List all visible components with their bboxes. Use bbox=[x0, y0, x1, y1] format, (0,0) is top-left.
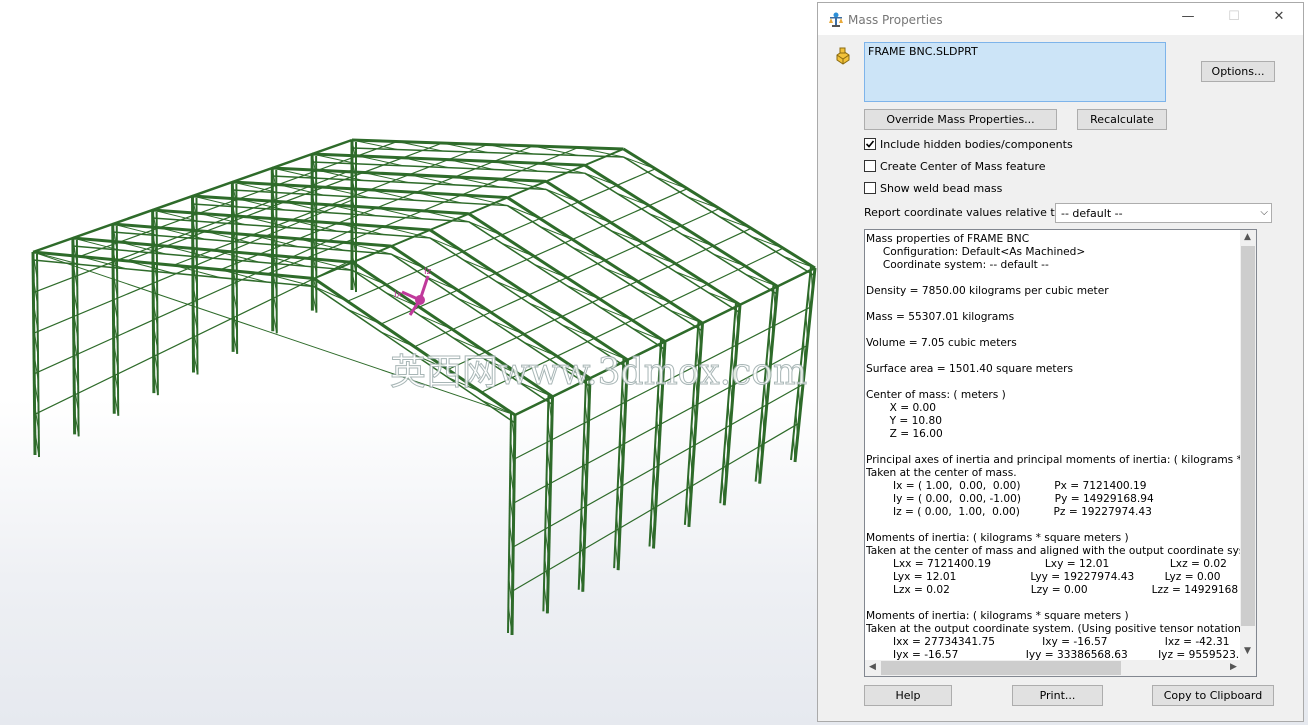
results-line[interactable]: Density = 7850.00 kilograms per cubic me… bbox=[866, 285, 1241, 298]
include-hidden-label[interactable]: Include hidden bodies/components bbox=[880, 138, 1073, 151]
results-line[interactable]: Z = 16.00 bbox=[866, 428, 1241, 441]
results-text[interactable]: Mass properties of FRAME BNC Configurati… bbox=[866, 233, 1241, 660]
results-line[interactable]: Principal axes of inertia and principal … bbox=[866, 454, 1241, 467]
results-line[interactable]: Mass properties of FRAME BNC bbox=[866, 233, 1241, 246]
results-line[interactable]: Iyx = -16.57 Iyy = 33386568.63 Iyz = 955… bbox=[866, 649, 1241, 660]
results-line[interactable] bbox=[866, 298, 1241, 311]
results-line[interactable] bbox=[866, 597, 1241, 610]
results-line[interactable] bbox=[866, 441, 1241, 454]
coordinate-system-select[interactable]: -- default -- ⌵ bbox=[1055, 203, 1272, 223]
minimize-button[interactable]: — bbox=[1173, 9, 1203, 29]
selected-items-list[interactable]: FRAME BNC.SLDPRT bbox=[864, 42, 1166, 102]
copy-to-clipboard-button[interactable]: Copy to Clipboard bbox=[1152, 685, 1274, 706]
results-line[interactable]: Surface area = 1501.40 square meters bbox=[866, 363, 1241, 376]
results-line[interactable]: Coordinate system: -- default -- bbox=[866, 259, 1241, 272]
help-button[interactable]: Help bbox=[864, 685, 952, 706]
create-com-checkbox[interactable] bbox=[864, 160, 876, 172]
vertical-scrollbar[interactable]: ▲ ▼ bbox=[1240, 230, 1256, 660]
results-line[interactable]: Iz = ( 0.00, 1.00, 0.00) Pz = 19227974.4… bbox=[866, 506, 1241, 519]
results-line[interactable]: Iy = ( 0.00, 0.00, -1.00) Py = 14929168.… bbox=[866, 493, 1241, 506]
part-icon bbox=[836, 47, 850, 65]
options-button[interactable]: Options... bbox=[1201, 61, 1275, 82]
override-mass-properties-button[interactable]: Override Mass Properties... bbox=[864, 109, 1057, 130]
results-line[interactable] bbox=[866, 350, 1241, 363]
results-line[interactable]: Lzx = 0.02 Lzy = 0.00 Lzz = 14929168 bbox=[866, 584, 1241, 597]
create-com-label[interactable]: Create Center of Mass feature bbox=[880, 160, 1046, 173]
horizontal-scrollbar[interactable]: ◀ ▶ bbox=[865, 660, 1256, 676]
horizontal-scroll-thumb[interactable] bbox=[881, 661, 1121, 675]
print-button[interactable]: Print... bbox=[1012, 685, 1103, 706]
results-line[interactable]: Taken at the center of mass. bbox=[866, 467, 1241, 480]
results-line[interactable] bbox=[866, 519, 1241, 532]
results-line[interactable]: Taken at the output coordinate system. (… bbox=[866, 623, 1241, 636]
selected-file-name[interactable]: FRAME BNC.SLDPRT bbox=[868, 45, 978, 58]
results-line[interactable]: Configuration: Default<As Machined> bbox=[866, 246, 1241, 259]
scroll-down-icon[interactable]: ▼ bbox=[1244, 646, 1251, 656]
results-line[interactable]: Taken at the center of mass and aligned … bbox=[866, 545, 1241, 558]
results-line[interactable]: Ixx = 27734341.75 Ixy = -16.57 Ixz = -42… bbox=[866, 636, 1241, 649]
weld-bead-label[interactable]: Show weld bead mass bbox=[880, 182, 1002, 195]
scroll-left-icon[interactable]: ◀ bbox=[869, 662, 876, 672]
graphics-viewport[interactable]: Iz Ix 英西网www.3dmox.com bbox=[0, 0, 818, 725]
coordinate-system-value[interactable]: -- default -- bbox=[1061, 207, 1123, 220]
weld-bead-checkbox[interactable] bbox=[864, 182, 876, 194]
include-hidden-checkbox[interactable] bbox=[864, 138, 876, 150]
wall-girt bbox=[514, 306, 812, 460]
scroll-up-icon[interactable]: ▲ bbox=[1244, 232, 1251, 242]
coordinate-system-label: Report coordinate values relative to: bbox=[864, 206, 1066, 219]
vertical-scroll-thumb[interactable] bbox=[1241, 246, 1255, 626]
results-panel[interactable]: Mass properties of FRAME BNC Configurati… bbox=[864, 229, 1257, 677]
results-line[interactable] bbox=[866, 376, 1241, 389]
scroll-right-icon[interactable]: ▶ bbox=[1230, 662, 1237, 672]
steel-frame-model[interactable] bbox=[0, 0, 818, 725]
mass-properties-scale-icon bbox=[829, 12, 843, 27]
roof-purlin bbox=[414, 207, 720, 348]
results-line[interactable]: X = 0.00 bbox=[866, 402, 1241, 415]
results-line[interactable]: Lyx = 12.01 Lyy = 19227974.43 Lyz = 0.00 bbox=[866, 571, 1241, 584]
maximize-button[interactable]: ☐ bbox=[1219, 9, 1249, 29]
checkmark-icon bbox=[865, 140, 875, 148]
results-line[interactable]: Ix = ( 1.00, 0.00, 0.00) Px = 7121400.19 bbox=[866, 480, 1241, 493]
results-line[interactable]: Moments of inertia: ( kilograms * square… bbox=[866, 610, 1241, 623]
recalculate-button[interactable]: Recalculate bbox=[1077, 109, 1167, 130]
results-line[interactable]: Center of mass: ( meters ) bbox=[866, 389, 1241, 402]
results-line[interactable]: Lxx = 7121400.19 Lxy = 12.01 Lxz = 0.02 bbox=[866, 558, 1241, 571]
mass-properties-dialog: Mass Properties — ☐ ✕ FRAME BNC.SLDPRT O… bbox=[817, 2, 1304, 722]
title-bar[interactable]: Mass Properties — ☐ ✕ bbox=[818, 3, 1303, 35]
results-line[interactable]: Moments of inertia: ( kilograms * square… bbox=[866, 532, 1241, 545]
window-title: Mass Properties bbox=[848, 13, 943, 27]
results-line[interactable]: Mass = 55307.01 kilograms bbox=[866, 311, 1241, 324]
results-line[interactable]: Volume = 7.05 cubic meters bbox=[866, 337, 1241, 350]
results-line[interactable] bbox=[866, 272, 1241, 285]
results-line[interactable]: Y = 10.80 bbox=[866, 415, 1241, 428]
close-button[interactable]: ✕ bbox=[1264, 9, 1294, 29]
chevron-down-icon[interactable]: ⌵ bbox=[1260, 207, 1268, 218]
results-line[interactable] bbox=[866, 324, 1241, 337]
